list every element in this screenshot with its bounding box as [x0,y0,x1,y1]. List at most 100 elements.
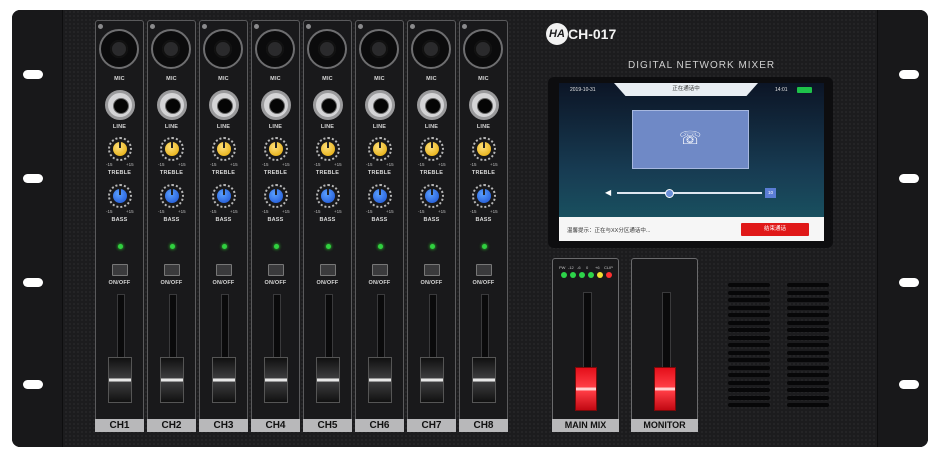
channel-name: CH5 [303,419,352,432]
channel-name: CH7 [407,419,456,432]
treble-knob[interactable] [472,137,496,161]
onoff-label: ON/OFF [264,280,287,286]
bass-label: BASS [475,217,492,223]
meter-label: -6 [577,265,581,270]
channel-fader[interactable] [108,357,132,403]
xlr-mic-input[interactable] [463,29,503,69]
screw [306,24,311,29]
volume-slider-track[interactable] [617,192,762,194]
battery-icon [797,87,812,93]
treble-knob[interactable] [264,137,288,161]
vent-slot [728,365,770,370]
monitor-label: MONITOR [631,419,698,432]
line-input-jack[interactable] [313,90,343,120]
channel-strip-8: MIC LINE -15 +15 TREBLE -15 +15 BASS ON/… [459,20,508,432]
vent-slot [728,290,770,295]
line-label: LINE [112,124,127,130]
bass-knob[interactable] [420,184,444,208]
vent-slot [787,388,829,392]
bass-knob[interactable] [264,184,288,208]
line-input-jack[interactable] [209,90,239,120]
touch-display[interactable]: 2019-10-31 正在通话中 14:01 ☏ ◀ 10 温馨提示：正在与XX… [559,83,824,241]
scale-min: -15 [314,162,321,167]
vent-slot [787,290,829,295]
vent-slot [728,320,770,325]
onoff-label: ON/OFF [212,280,235,286]
treble-knob[interactable] [108,137,132,161]
line-input-jack[interactable] [261,90,291,120]
knob-cap [373,142,387,156]
knob-cap [425,189,439,203]
channel-fader[interactable] [368,357,392,403]
treble-knob[interactable] [160,137,184,161]
bass-knob[interactable] [472,184,496,208]
treble-knob[interactable] [368,137,392,161]
mount-slot [23,380,43,389]
line-input-jack[interactable] [417,90,447,120]
xlr-mic-input[interactable] [255,29,295,69]
scale-min: -15 [158,162,165,167]
volume-slider-handle[interactable] [664,189,674,198]
treble-knob[interactable] [420,137,444,161]
vent-slot [728,298,770,302]
bass-label: BASS [319,217,336,223]
treble-knob[interactable] [316,137,340,161]
onoff-label: ON/OFF [472,280,495,286]
bass-knob[interactable] [212,184,236,208]
bass-knob[interactable] [160,184,184,208]
xlr-mic-input[interactable] [411,29,451,69]
line-input-jack[interactable] [365,90,395,120]
monitor-fader[interactable] [654,367,676,411]
onoff-button[interactable] [476,264,492,276]
onoff-button[interactable] [112,264,128,276]
onoff-button[interactable] [268,264,284,276]
onoff-button[interactable] [164,264,180,276]
vent-slot [787,320,829,325]
main-mix-label: MAIN MIX [552,419,619,432]
vent-slot [728,305,770,310]
onoff-button[interactable] [320,264,336,276]
mic-label: MIC [270,76,281,82]
channel-fader[interactable] [472,357,496,403]
bass-knob[interactable] [368,184,392,208]
line-input-jack[interactable] [469,90,499,120]
scale-max: +15 [490,162,498,167]
rack-ear-right [877,10,928,447]
line-input-jack[interactable] [157,90,187,120]
knob-cap [269,142,283,156]
channel-strip-4: MIC LINE -15 +15 TREBLE -15 +15 BASS ON/… [251,20,300,432]
bass-knob[interactable] [108,184,132,208]
channel-fader[interactable] [212,357,236,403]
end-call-button[interactable]: 结束通话 [741,223,809,236]
onoff-button[interactable] [424,264,440,276]
volume-control[interactable]: ◀ 10 [605,188,776,198]
signal-led [274,244,279,249]
scale-max: +15 [386,162,394,167]
line-input-jack[interactable] [105,90,135,120]
xlr-mic-input[interactable] [307,29,347,69]
onoff-button[interactable] [372,264,388,276]
channel-fader[interactable] [264,357,288,403]
xlr-mic-input[interactable] [359,29,399,69]
brand: HA CH-017 [546,22,636,46]
knob-cap [113,189,127,203]
main-mix-fader[interactable] [575,367,597,411]
meter-led [561,272,567,278]
mic-label: MIC [114,76,125,82]
bass-knob[interactable] [316,184,340,208]
knob-cap [217,189,231,203]
onoff-button[interactable] [216,264,232,276]
xlr-mic-input[interactable] [203,29,243,69]
meter-led [579,272,585,278]
screw [98,24,103,29]
xlr-mic-input[interactable] [99,29,139,69]
xlr-mic-input[interactable] [151,29,191,69]
channel-fader[interactable] [316,357,340,403]
channel-fader[interactable] [420,357,444,403]
treble-knob[interactable] [212,137,236,161]
meter-led [606,272,612,278]
meter-label: CLIP [604,265,613,270]
vent-slot [787,350,829,355]
mount-slot [899,70,919,79]
channel-fader[interactable] [160,357,184,403]
